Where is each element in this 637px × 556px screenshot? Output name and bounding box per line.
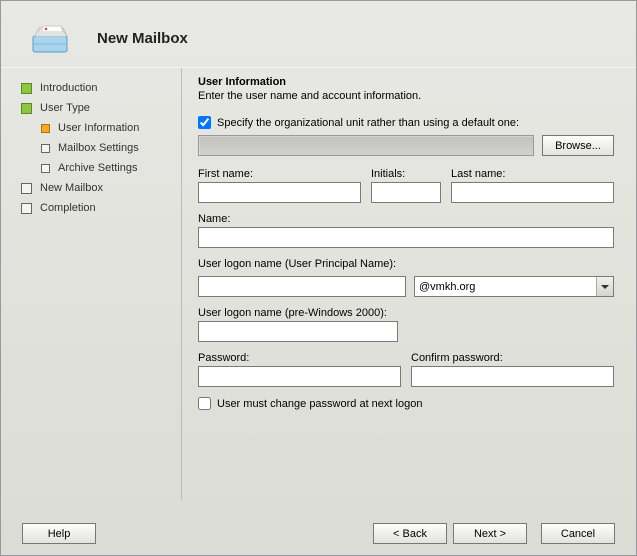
step-user-information: User Information: [21, 118, 173, 138]
browse-button[interactable]: Browse...: [542, 135, 614, 156]
prewin-label: User logon name (pre-Windows 2000):: [198, 307, 398, 319]
first-name-input[interactable]: [198, 182, 361, 203]
next-button[interactable]: Next >: [453, 523, 527, 544]
back-button[interactable]: < Back: [373, 523, 447, 544]
name-label: Name:: [198, 213, 614, 225]
wizard-steps-sidebar: Introduction User Type User Information …: [1, 68, 181, 500]
initials-label: Initials:: [371, 168, 441, 180]
mailbox-icon: [29, 18, 73, 58]
step-new-mailbox: New Mailbox: [21, 178, 173, 198]
ou-display-box: [198, 135, 534, 156]
chevron-down-icon: [596, 277, 613, 296]
specify-ou-checkbox[interactable]: [198, 116, 211, 129]
section-title: User Information: [198, 76, 614, 88]
password-input[interactable]: [198, 366, 401, 387]
help-button[interactable]: Help: [22, 523, 96, 544]
wizard-header: New Mailbox: [1, 1, 636, 67]
wizard-footer: Help < Back Next > Cancel: [0, 523, 637, 544]
step-introduction: Introduction: [21, 78, 173, 98]
confirm-password-input[interactable]: [411, 366, 614, 387]
name-input[interactable]: [198, 227, 614, 248]
first-name-label: First name:: [198, 168, 361, 180]
step-archive-settings: Archive Settings: [21, 158, 173, 178]
wizard-title: New Mailbox: [97, 30, 188, 47]
last-name-input[interactable]: [451, 182, 614, 203]
upn-label: User logon name (User Principal Name):: [198, 258, 614, 270]
last-name-label: Last name:: [451, 168, 614, 180]
initials-input[interactable]: [371, 182, 441, 203]
password-label: Password:: [198, 352, 401, 364]
wizard-content: User Information Enter the user name and…: [181, 68, 636, 500]
prewin-input[interactable]: [198, 321, 398, 342]
step-user-type: User Type: [21, 98, 173, 118]
section-description: Enter the user name and account informat…: [198, 90, 614, 102]
must-change-password-checkbox[interactable]: [198, 397, 211, 410]
step-mailbox-settings: Mailbox Settings: [21, 138, 173, 158]
cancel-button[interactable]: Cancel: [541, 523, 615, 544]
confirm-password-label: Confirm password:: [411, 352, 614, 364]
step-completion: Completion: [21, 198, 173, 218]
upn-input[interactable]: [198, 276, 406, 297]
must-change-password-label: User must change password at next logon: [217, 398, 422, 410]
upn-domain-select[interactable]: @vmkh.org: [414, 276, 614, 297]
upn-domain-value: @vmkh.org: [419, 281, 475, 293]
specify-ou-label: Specify the organizational unit rather t…: [217, 117, 519, 129]
